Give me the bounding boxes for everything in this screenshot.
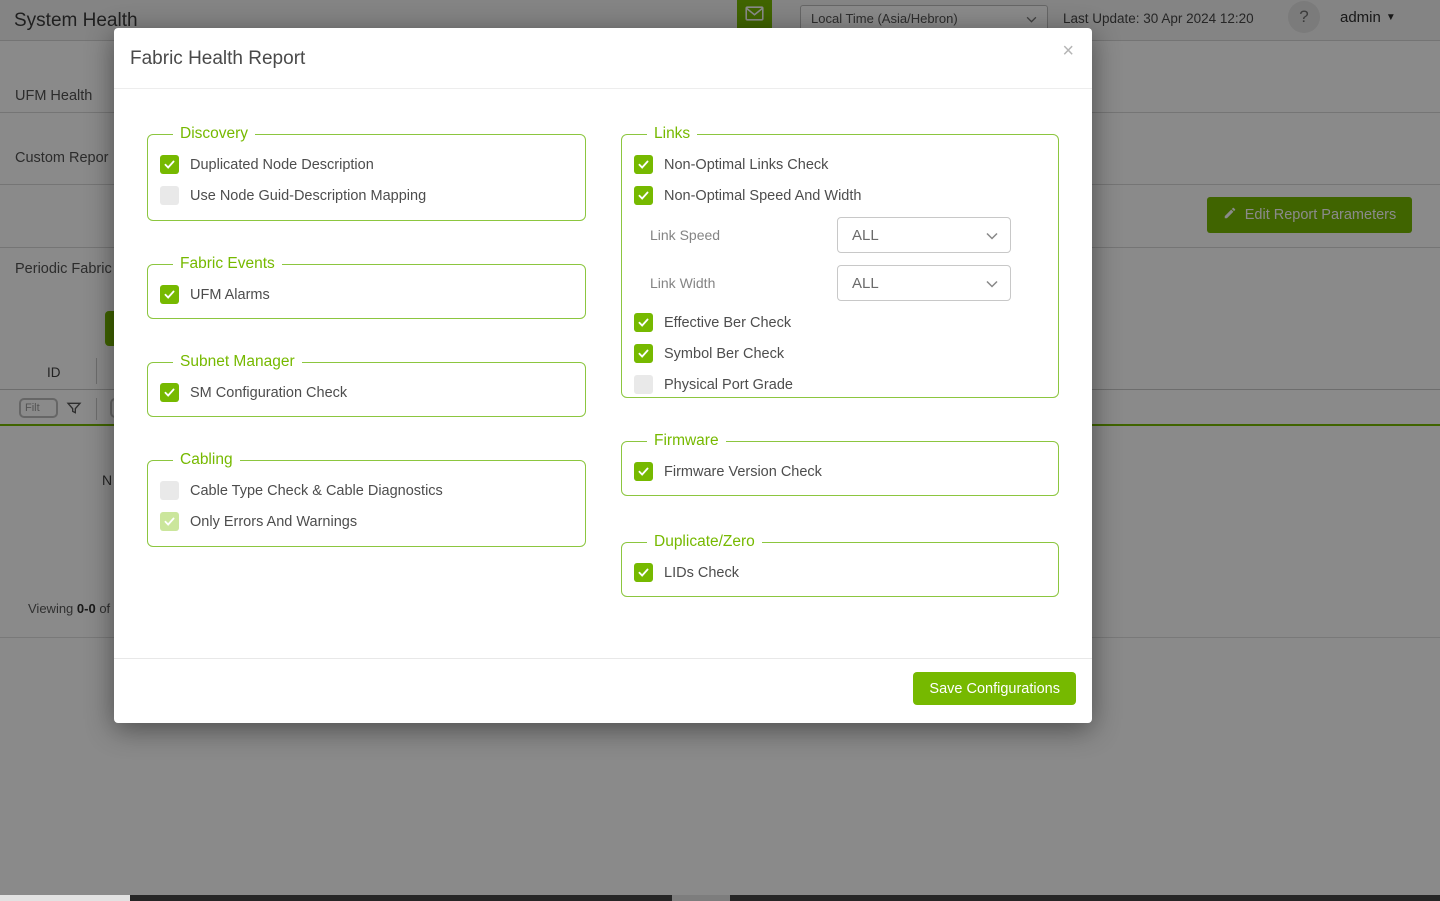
checkbox-cable-type-check[interactable] <box>160 481 179 500</box>
modal-body: Discovery Duplicated Node Description Us… <box>114 89 1092 658</box>
checkbox-physical-port-grade[interactable] <box>634 375 653 394</box>
group-links: Links Non-Optimal Links Check Non-Optima… <box>621 125 1059 398</box>
modal-title: Fabric Health Report <box>130 48 305 70</box>
bottom-scrollbar-thumb[interactable] <box>672 895 730 901</box>
group-firmware: Firmware Firmware Version Check <box>621 432 1059 496</box>
checkbox-label: Symbol Ber Check <box>664 346 784 362</box>
checkbox-label: Duplicated Node Description <box>190 157 374 173</box>
checkbox-row: Use Node Guid-Description Mapping <box>160 180 571 211</box>
group-legend: Duplicate/Zero <box>647 533 762 551</box>
checkbox-label: Cable Type Check & Cable Diagnostics <box>190 483 443 499</box>
right-column: Links Non-Optimal Links Check Non-Optima… <box>621 125 1059 631</box>
bottom-strip-dark <box>130 895 1440 901</box>
checkbox-row: Firmware Version Check <box>634 456 1044 487</box>
group-fabric-events: Fabric Events UFM Alarms <box>147 255 586 319</box>
close-icon[interactable]: × <box>1062 41 1074 61</box>
link-width-label: Link Width <box>634 275 837 291</box>
checkbox-row: Non-Optimal Links Check <box>634 149 1044 180</box>
group-legend: Discovery <box>173 125 255 143</box>
checkbox-sm-configuration-check[interactable] <box>160 383 179 402</box>
group-legend: Subnet Manager <box>173 353 302 371</box>
checkbox-use-node-guid-description-mapping[interactable] <box>160 186 179 205</box>
group-duplicate-zero: Duplicate/Zero LIDs Check <box>621 533 1059 597</box>
checkbox-non-optimal-links-check[interactable] <box>634 155 653 174</box>
chevron-down-icon <box>986 227 998 244</box>
checkbox-symbol-ber-check[interactable] <box>634 344 653 363</box>
link-speed-value: ALL <box>852 227 879 244</box>
modal-footer: Save Configurations <box>114 658 1092 723</box>
link-speed-select[interactable]: ALL <box>837 217 1011 253</box>
checkbox-row: SM Configuration Check <box>160 377 571 408</box>
link-width-row: Link Width ALL <box>634 259 1044 307</box>
checkbox-row: Only Errors And Warnings <box>160 506 571 537</box>
left-column: Discovery Duplicated Node Description Us… <box>147 125 586 581</box>
checkbox-row: Symbol Ber Check <box>634 338 1044 369</box>
checkbox-label: Non-Optimal Speed And Width <box>664 188 861 204</box>
group-legend: Cabling <box>173 451 240 469</box>
link-width-value: ALL <box>852 275 879 292</box>
checkbox-firmware-version-check[interactable] <box>634 462 653 481</box>
group-legend: Fabric Events <box>173 255 282 273</box>
modal-header: Fabric Health Report × <box>114 28 1092 89</box>
group-legend: Firmware <box>647 432 726 450</box>
checkbox-only-errors-and-warnings[interactable] <box>160 512 179 531</box>
link-speed-row: Link Speed ALL <box>634 211 1044 259</box>
checkbox-duplicated-node-description[interactable] <box>160 155 179 174</box>
checkbox-label: SM Configuration Check <box>190 385 347 401</box>
checkbox-label: Effective Ber Check <box>664 315 791 331</box>
checkbox-non-optimal-speed-and-width[interactable] <box>634 186 653 205</box>
link-speed-label: Link Speed <box>634 227 837 243</box>
chevron-down-icon <box>986 275 998 292</box>
checkbox-label: LIDs Check <box>664 565 739 581</box>
checkbox-label: Physical Port Grade <box>664 377 793 393</box>
checkbox-row: Physical Port Grade <box>634 369 1044 400</box>
save-configurations-button[interactable]: Save Configurations <box>913 672 1076 705</box>
checkbox-label: UFM Alarms <box>190 287 270 303</box>
group-discovery: Discovery Duplicated Node Description Us… <box>147 125 586 221</box>
bottom-strip-left <box>0 895 130 901</box>
checkbox-row: Duplicated Node Description <box>160 149 571 180</box>
checkbox-row: Non-Optimal Speed And Width <box>634 180 1044 211</box>
checkbox-label: Non-Optimal Links Check <box>664 157 828 173</box>
checkbox-label: Only Errors And Warnings <box>190 514 357 530</box>
group-legend: Links <box>647 125 697 143</box>
checkbox-ufm-alarms[interactable] <box>160 285 179 304</box>
checkbox-effective-ber-check[interactable] <box>634 313 653 332</box>
checkbox-row: UFM Alarms <box>160 279 571 310</box>
checkbox-label: Firmware Version Check <box>664 464 822 480</box>
checkbox-lids-check[interactable] <box>634 563 653 582</box>
link-width-select[interactable]: ALL <box>837 265 1011 301</box>
checkbox-row: Cable Type Check & Cable Diagnostics <box>160 475 571 506</box>
fabric-health-report-modal: Fabric Health Report × Discovery Duplica… <box>114 28 1092 723</box>
checkbox-row: LIDs Check <box>634 557 1044 588</box>
checkbox-row: Effective Ber Check <box>634 307 1044 338</box>
checkbox-label: Use Node Guid-Description Mapping <box>190 188 426 204</box>
group-subnet-manager: Subnet Manager SM Configuration Check <box>147 353 586 417</box>
group-cabling: Cabling Cable Type Check & Cable Diagnos… <box>147 451 586 547</box>
